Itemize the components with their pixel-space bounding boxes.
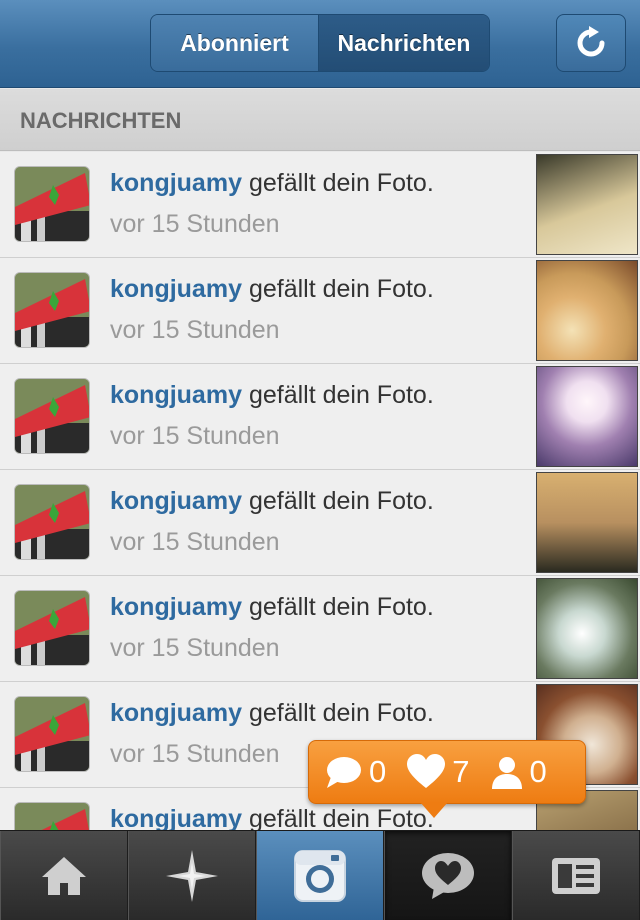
activity-text: kongjuamy gefällt dein Foto. [110,805,434,830]
avatar[interactable] [14,696,90,772]
activity-text: kongjuamy gefällt dein Foto. [110,593,434,622]
activity-action: gefällt dein Foto. [248,487,434,515]
list-item[interactable]: kongjuamy gefällt dein Foto. vor 15 Stun… [0,576,640,682]
camera-icon [294,850,346,902]
activity-text: kongjuamy gefällt dein Foto. [110,381,434,410]
photo-thumbnail[interactable] [536,260,638,361]
tab-explore[interactable] [128,831,256,920]
username-link[interactable]: kongjuamy [110,593,242,621]
like-count-value: 7 [452,754,470,789]
avatar[interactable] [14,590,90,666]
explore-icon [166,850,218,902]
home-icon [42,857,86,895]
username-link[interactable]: kongjuamy [110,169,242,197]
avatar[interactable] [14,272,90,348]
heart-icon [407,754,446,788]
activity-action: gefällt dein Foto. [248,169,434,197]
activity-action: gefällt dein Foto. [248,593,434,621]
username-link[interactable]: kongjuamy [110,805,242,830]
activity-action: gefällt dein Foto. [248,381,434,409]
avatar[interactable] [14,484,90,560]
news-icon [422,853,474,899]
like-count: 7 [406,754,470,790]
username-link[interactable]: kongjuamy [110,381,242,409]
activity-action: gefällt dein Foto. [248,699,434,727]
comment-icon [327,757,361,788]
timestamp: vor 15 Stunden [110,634,280,662]
tab-bar [0,830,640,920]
timestamp: vor 15 Stunden [110,528,280,556]
activity-action: gefällt dein Foto. [248,275,434,303]
list-item[interactable]: kongjuamy gefällt dein Foto. vor 15 Stun… [0,364,640,470]
activity-text: kongjuamy gefällt dein Foto. [110,699,434,728]
timestamp: vor 15 Stunden [110,740,280,768]
list-item[interactable]: kongjuamy gefällt dein Foto. vor 15 Stun… [0,152,640,258]
profile-icon [552,858,600,894]
segmented-control: Abonniert Nachrichten [150,14,490,72]
avatar[interactable] [14,802,90,830]
comment-count: 0 [325,754,386,790]
photo-thumbnail[interactable] [536,366,638,467]
tab-news[interactable] [384,831,512,920]
username-link[interactable]: kongjuamy [110,275,242,303]
activity-action: gefällt dein Foto. [248,805,434,830]
section-header: NACHRICHTEN [0,89,640,151]
tab-profile[interactable] [512,831,640,920]
avatar[interactable] [14,378,90,454]
tab-following[interactable]: Abonniert [151,15,319,71]
username-link[interactable]: kongjuamy [110,699,242,727]
follower-count-value: 0 [529,754,547,789]
tab-home[interactable] [0,831,128,920]
list-item[interactable]: kongjuamy gefällt dein Foto. vor 15 Stun… [0,258,640,364]
activity-text: kongjuamy gefällt dein Foto. [110,487,434,516]
photo-thumbnail[interactable] [536,578,638,679]
photo-thumbnail[interactable] [536,154,638,255]
timestamp: vor 15 Stunden [110,210,280,238]
avatar[interactable] [14,166,90,242]
refresh-icon [577,26,605,57]
timestamp: vor 15 Stunden [110,422,280,450]
person-icon [491,757,522,789]
activity-list[interactable]: kongjuamy gefällt dein Foto. vor 15 Stun… [0,152,640,830]
list-item[interactable]: kongjuamy gefällt dein Foto. vor 15 Stun… [0,470,640,576]
photo-thumbnail[interactable] [536,472,638,573]
activity-text: kongjuamy gefällt dein Foto. [110,169,434,198]
follower-count: 0 [490,754,547,790]
comment-count-value: 0 [369,754,387,789]
bubble-pointer [420,802,448,818]
timestamp: vor 15 Stunden [110,316,280,344]
username-link[interactable]: kongjuamy [110,487,242,515]
tab-camera[interactable] [256,831,384,920]
refresh-button[interactable] [556,14,626,72]
navigation-bar: Abonniert Nachrichten [0,0,640,88]
activity-notification-bubble[interactable]: 0 7 0 [308,740,586,804]
activity-text: kongjuamy gefällt dein Foto. [110,275,434,304]
tab-news[interactable]: Nachrichten [319,15,489,71]
